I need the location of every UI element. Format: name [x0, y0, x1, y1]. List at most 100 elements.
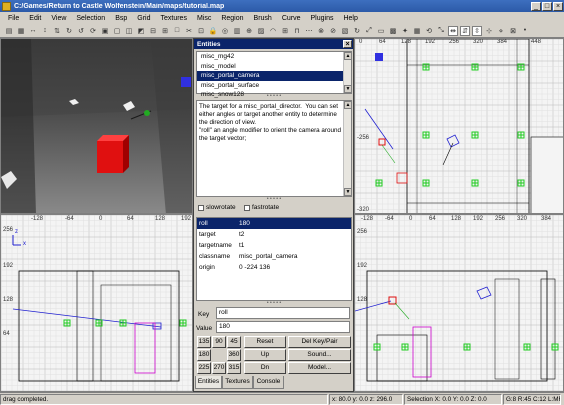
- tab-console[interactable]: Console: [253, 376, 284, 389]
- flip-y-icon[interactable]: ↕: [40, 26, 50, 36]
- flip-x-icon[interactable]: ↔: [28, 26, 38, 36]
- splitter-handle[interactable]: • • • • •: [196, 301, 352, 306]
- rotate-y-icon[interactable]: ↺: [76, 26, 86, 36]
- angle-135-button[interactable]: 135: [197, 336, 211, 348]
- yz-view-bottom[interactable]: -128 -64 0 64 128 192 256 320 384 256 19…: [354, 214, 564, 392]
- description-scrollbar[interactable]: ▲ ▼: [343, 101, 352, 196]
- angle-315-button[interactable]: 315: [227, 362, 241, 374]
- menu-region[interactable]: Region: [216, 15, 248, 22]
- tab-entities[interactable]: Entities: [195, 376, 222, 389]
- checkbox[interactable]: [244, 204, 250, 211]
- region-icon[interactable]: ▦: [412, 26, 422, 36]
- scale-icon[interactable]: ⤢: [364, 26, 374, 36]
- select-partial-icon[interactable]: ◩: [136, 26, 146, 36]
- bend-icon[interactable]: ◠: [268, 26, 278, 36]
- flip-z-icon[interactable]: ⇅: [52, 26, 62, 36]
- list-item[interactable]: misc_model: [197, 62, 351, 72]
- up-button[interactable]: Up: [244, 349, 286, 361]
- cubic-clip-icon[interactable]: ▥: [232, 26, 242, 36]
- angle-225-button[interactable]: 225: [197, 362, 211, 374]
- drag-edges-icon[interactable]: ⊹: [484, 26, 494, 36]
- menu-grid[interactable]: Grid: [132, 15, 155, 22]
- scale-z-icon[interactable]: ⇳: [472, 25, 482, 36]
- cap-icon[interactable]: ⊓: [292, 26, 302, 36]
- texture-lock-icon[interactable]: 🔒: [208, 26, 218, 36]
- scale-y-icon[interactable]: ⇵: [460, 25, 470, 36]
- entities-close-button[interactable]: ×: [343, 40, 352, 48]
- value-input[interactable]: 180: [216, 321, 350, 333]
- camera-movement-icon[interactable]: ◎: [220, 26, 230, 36]
- rotate-z-icon[interactable]: ⟳: [88, 26, 98, 36]
- menu-textures[interactable]: Textures: [155, 15, 191, 22]
- menu-curve[interactable]: Curve: [277, 15, 306, 22]
- texture-icon[interactable]: ▩: [388, 26, 398, 36]
- keyvalue-row[interactable]: targetname t1: [197, 240, 351, 251]
- menu-bsp[interactable]: Bsp: [110, 15, 132, 22]
- list-item[interactable]: misc_mg42: [197, 52, 351, 62]
- splitter-handle[interactable]: • • • • •: [196, 197, 352, 202]
- select-complete-icon[interactable]: ▣: [100, 26, 110, 36]
- angle-90-button[interactable]: 90: [212, 336, 226, 348]
- list-item[interactable]: misc_portal_surface: [197, 81, 351, 91]
- free-scale-icon[interactable]: ⤡: [436, 26, 446, 36]
- menu-edit[interactable]: Edit: [24, 15, 46, 22]
- delete-keypair-button[interactable]: Del Key/Pair: [288, 336, 351, 348]
- list-item[interactable]: misc_portal_camera: [197, 71, 351, 81]
- model-button[interactable]: Model...: [288, 362, 351, 374]
- maximize-button[interactable]: □: [542, 1, 552, 11]
- spawnflag-slowrotate[interactable]: slowrotate: [198, 204, 236, 211]
- keyvalue-row[interactable]: origin 0 -224 136: [197, 262, 351, 273]
- minimize-button[interactable]: _: [531, 1, 541, 11]
- key-input[interactable]: roll: [216, 307, 350, 319]
- point-icon[interactable]: •: [520, 26, 530, 36]
- fit-icon[interactable]: ▭: [376, 26, 386, 36]
- down-button[interactable]: Dn: [244, 362, 286, 374]
- drill-icon[interactable]: ⊘: [328, 26, 338, 36]
- camera-view[interactable]: [0, 38, 193, 214]
- angle-360-button[interactable]: 360: [227, 349, 241, 361]
- weld-icon[interactable]: ⊗: [316, 26, 326, 36]
- scroll-up-icon[interactable]: ▲: [344, 101, 352, 109]
- insert-icon[interactable]: ⊞: [280, 26, 290, 36]
- angle-270-button[interactable]: 270: [212, 362, 226, 374]
- menu-help[interactable]: Help: [338, 15, 362, 22]
- rotate-x-icon[interactable]: ↻: [64, 26, 74, 36]
- menu-plugins[interactable]: Plugins: [306, 15, 339, 22]
- splitter-handle[interactable]: • • • • •: [196, 94, 352, 99]
- patch-icon[interactable]: ▨: [256, 26, 266, 36]
- scroll-up-icon[interactable]: ▲: [344, 52, 352, 60]
- csg-merge-icon[interactable]: ⊞: [160, 26, 170, 36]
- menu-brush[interactable]: Brush: [249, 15, 277, 22]
- keyvalue-row[interactable]: roll 180: [197, 218, 351, 229]
- sound-button[interactable]: Sound...: [288, 349, 351, 361]
- clipper-icon[interactable]: ✂: [184, 26, 194, 36]
- lights-icon[interactable]: ✦: [400, 26, 410, 36]
- cycle-icon[interactable]: ↻: [352, 26, 362, 36]
- close-button[interactable]: ×: [553, 1, 563, 11]
- menu-misc[interactable]: Misc: [192, 15, 216, 22]
- select-inside-icon[interactable]: ▢: [112, 26, 122, 36]
- scroll-down-icon[interactable]: ▼: [344, 188, 352, 196]
- lock-icon[interactable]: ⊠: [508, 26, 518, 36]
- entity-view-icon[interactable]: ⊕: [244, 26, 254, 36]
- change-view-icon[interactable]: ⊡: [196, 26, 206, 36]
- save-icon[interactable]: ▦: [16, 26, 26, 36]
- select-touching-icon[interactable]: ◫: [124, 26, 134, 36]
- menu-file[interactable]: File: [3, 15, 24, 22]
- scale-x-icon[interactable]: ⇹: [448, 25, 458, 36]
- xy-view-top[interactable]: 0 64 128 192 256 320 384 448 -256 -320: [354, 38, 564, 214]
- portal-camera-entity[interactable]: [97, 141, 123, 173]
- keyvalue-row[interactable]: target t2: [197, 229, 351, 240]
- menu-selection[interactable]: Selection: [71, 15, 110, 22]
- reset-button[interactable]: Reset: [244, 336, 286, 348]
- tab-textures[interactable]: Textures: [222, 376, 253, 389]
- xz-view-bottom[interactable]: -128 -64 0 64 128 192 256 192 128 64 x z: [0, 214, 193, 392]
- menu-view[interactable]: View: [46, 15, 71, 22]
- angle-180-button[interactable]: 180: [197, 349, 211, 361]
- drag-vertices-icon[interactable]: ⋄: [496, 26, 506, 36]
- show-patch-icon[interactable]: ▧: [340, 26, 350, 36]
- hollow-icon[interactable]: □: [172, 26, 182, 36]
- open-icon[interactable]: ▤: [4, 26, 14, 36]
- redisperse-icon[interactable]: ⋯: [304, 26, 314, 36]
- spawnflag-fastrotate[interactable]: fastrotate: [244, 204, 279, 211]
